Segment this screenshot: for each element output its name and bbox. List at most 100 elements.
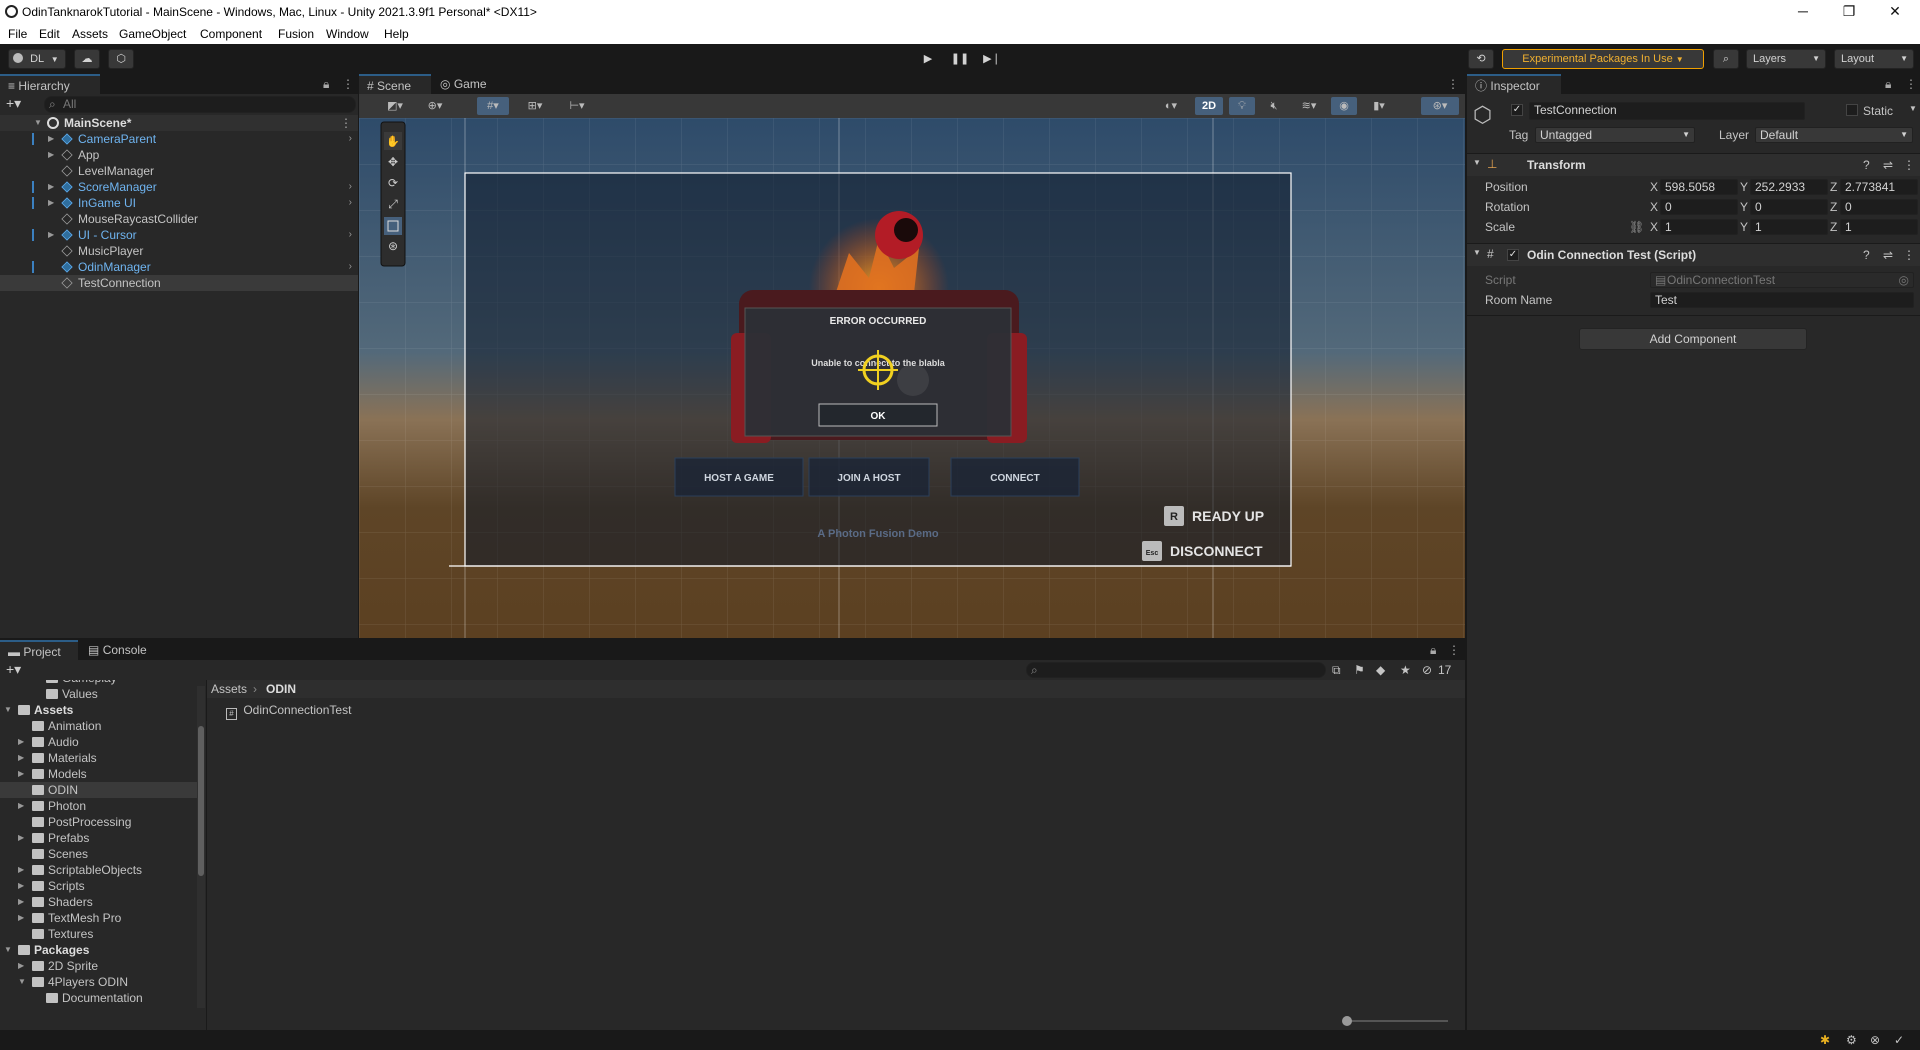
menu-assets[interactable]: Assets <box>72 27 108 41</box>
project-folder-item[interactable]: ▶ Audio <box>0 734 200 750</box>
project-folder-item[interactable]: ▶ Photon <box>0 798 200 814</box>
expand-arrow-icon[interactable]: ▶ <box>48 195 54 211</box>
chevron-right-icon[interactable]: › <box>349 227 352 243</box>
kebab-menu-icon[interactable]: ⋮ <box>340 115 352 131</box>
menu-file[interactable]: File <box>8 27 27 41</box>
scale-x-input[interactable]: 1 <box>1660 219 1738 235</box>
pause-button[interactable]: ❚❚ <box>949 50 971 68</box>
move-tool-icon[interactable]: ✥ <box>388 155 398 169</box>
project-folder-item[interactable]: PostProcessing <box>0 814 200 830</box>
tab-scene[interactable]: # Scene <box>359 74 431 94</box>
draw-mode-dropdown[interactable]: ◩▾ <box>379 97 411 115</box>
check-icon[interactable]: ✓ <box>1894 1033 1904 1047</box>
expand-arrow-icon[interactable]: ▼ <box>4 702 12 718</box>
2d-toggle-button[interactable]: 2D <box>1195 97 1223 115</box>
hierarchy-item[interactable]: MouseRaycastCollider <box>0 211 358 227</box>
position-y-input[interactable]: 252.2933 <box>1750 179 1828 195</box>
help-icon[interactable]: ? <box>1863 248 1870 262</box>
project-folder-item[interactable]: Documentation <box>0 990 200 1006</box>
expand-arrow-icon[interactable]: ▶ <box>18 798 24 814</box>
project-folder-item[interactable]: ▼ 4Players ODIN <box>0 974 200 990</box>
tree-scrollbar[interactable] <box>197 686 205 1008</box>
x-axis-label[interactable]: X <box>1650 220 1658 234</box>
tag-dropdown[interactable]: Untagged ▼ <box>1535 127 1695 143</box>
hierarchy-item[interactable]: LevelManager <box>0 163 358 179</box>
experimental-packages-dropdown[interactable]: Experimental Packages In Use ▼ <box>1502 49 1704 69</box>
add-object-button[interactable]: +▾ <box>6 95 21 112</box>
camera-dropdown[interactable]: ▮▾ <box>1363 97 1395 115</box>
constrain-proportions-icon[interactable]: ⛓ <box>1629 220 1644 234</box>
project-folder-item[interactable]: Animation <box>0 718 200 734</box>
effects-dropdown[interactable]: ≋▾ <box>1293 97 1325 115</box>
project-folder-item[interactable]: ▶ Materials <box>0 750 200 766</box>
expand-arrow-icon[interactable]: ▶ <box>48 179 54 195</box>
audio-toggle-icon[interactable]: 🔇︎ <box>1261 97 1287 115</box>
project-folder-item[interactable]: ▶ 2D Sprite <box>0 958 200 974</box>
collapse-arrow-icon[interactable]: ▼ <box>1473 248 1481 257</box>
project-folder-item[interactable]: ▼ Assets <box>0 702 200 718</box>
expand-arrow-icon[interactable]: ▼ <box>34 115 42 131</box>
tab-game[interactable]: ◎ Game <box>432 74 504 94</box>
expand-arrow-icon[interactable]: ▶ <box>18 894 24 910</box>
layout-dropdown[interactable]: Layout ▼ <box>1834 49 1914 69</box>
kebab-menu-icon[interactable]: ⋮ <box>1903 158 1915 172</box>
preset-icon[interactable]: ⇌ <box>1883 158 1893 172</box>
zoom-slider[interactable] <box>1342 1016 1448 1026</box>
breadcrumb-assets[interactable]: Assets <box>211 682 247 696</box>
hierarchy-item[interactable]: OdinManager › <box>0 259 358 275</box>
lighting-toggle-icon[interactable]: 💡︎ <box>1229 97 1255 115</box>
scene-viewport[interactable]: ERROR OCCURRED Unable to connect to the … <box>359 118 1465 638</box>
history-button[interactable]: ⟲ <box>1468 49 1494 69</box>
menu-window[interactable]: Window <box>326 27 369 41</box>
project-search-input[interactable]: ⌕ <box>1026 662 1326 678</box>
grid-snap-dropdown[interactable]: #▾ <box>477 97 509 115</box>
expand-arrow-icon[interactable]: ▶ <box>18 878 24 894</box>
create-asset-button[interactable]: +▾ <box>6 661 21 678</box>
preset-icon[interactable]: ⇌ <box>1883 248 1893 262</box>
expand-arrow-icon[interactable]: ▼ <box>4 942 12 958</box>
increment-snap-dropdown[interactable]: ⊢▾ <box>561 97 593 115</box>
rotate-tool-icon[interactable]: ⟳ <box>388 176 398 190</box>
kebab-menu-icon[interactable]: ⋮ <box>1448 643 1460 657</box>
expand-arrow-icon[interactable]: ▼ <box>18 974 26 990</box>
x-axis-label[interactable]: X <box>1650 200 1658 214</box>
z-axis-label[interactable]: Z <box>1830 200 1837 214</box>
tab-hierarchy[interactable]: ≡ Hierarchy <box>0 74 100 94</box>
grid-toggle-dropdown[interactable]: ⊞▾ <box>519 97 551 115</box>
chevron-right-icon[interactable]: › <box>349 131 352 147</box>
shading-dropdown[interactable]: ◐▾ <box>1155 97 1187 115</box>
menu-fusion[interactable]: Fusion <box>278 27 314 41</box>
chevron-right-icon[interactable]: › <box>349 179 352 195</box>
hierarchy-item[interactable]: ▶ CameraParent › <box>0 131 358 147</box>
menu-edit[interactable]: Edit <box>39 27 60 41</box>
tab-inspector[interactable]: ⓘ Inspector <box>1467 74 1561 94</box>
tag-icon[interactable]: ◆ <box>1376 663 1385 677</box>
favorite-star-icon[interactable]: ★ <box>1400 663 1411 677</box>
position-z-input[interactable]: 2.773841 <box>1840 179 1918 195</box>
hierarchy-item[interactable]: TestConnection <box>0 275 358 291</box>
hierarchy-search-input[interactable]: ⌕ All <box>44 96 356 113</box>
lock-icon[interactable]: 🔒︎ <box>323 77 329 92</box>
filter-by-label-icon[interactable]: ⚑ <box>1354 663 1365 677</box>
close-window-button[interactable]: ✕ <box>1872 0 1918 24</box>
search-button[interactable]: ⌕ <box>1713 49 1739 69</box>
hierarchy-item[interactable]: ▶ InGame UI › <box>0 195 358 211</box>
collab-button[interactable]: ⬡ <box>108 49 134 69</box>
x-axis-label[interactable]: X <box>1650 180 1658 194</box>
zoom-slider-handle[interactable] <box>1342 1016 1352 1026</box>
tab-console[interactable]: ▤ Console <box>80 640 160 660</box>
expand-arrow-icon[interactable]: ▶ <box>18 750 24 766</box>
minimize-button[interactable]: ─ <box>1780 0 1826 24</box>
cloud-button[interactable]: ☁ <box>74 49 100 69</box>
menu-component[interactable]: Component <box>200 27 262 41</box>
tab-project[interactable]: ▬ Project <box>0 640 78 660</box>
expand-arrow-icon[interactable]: ▶ <box>18 910 24 926</box>
expand-arrow-icon[interactable]: ▶ <box>18 862 24 878</box>
lock-icon[interactable]: 🔒︎ <box>1430 643 1436 658</box>
kebab-menu-icon[interactable]: ⋮ <box>1903 248 1915 262</box>
rect-tool-icon[interactable] <box>384 217 402 235</box>
hierarchy-item[interactable]: ▶ App <box>0 147 358 163</box>
active-checkbox[interactable]: ✓ <box>1511 104 1523 116</box>
rotation-y-input[interactable]: 0 <box>1750 199 1828 215</box>
position-x-input[interactable]: 598.5058 <box>1660 179 1738 195</box>
